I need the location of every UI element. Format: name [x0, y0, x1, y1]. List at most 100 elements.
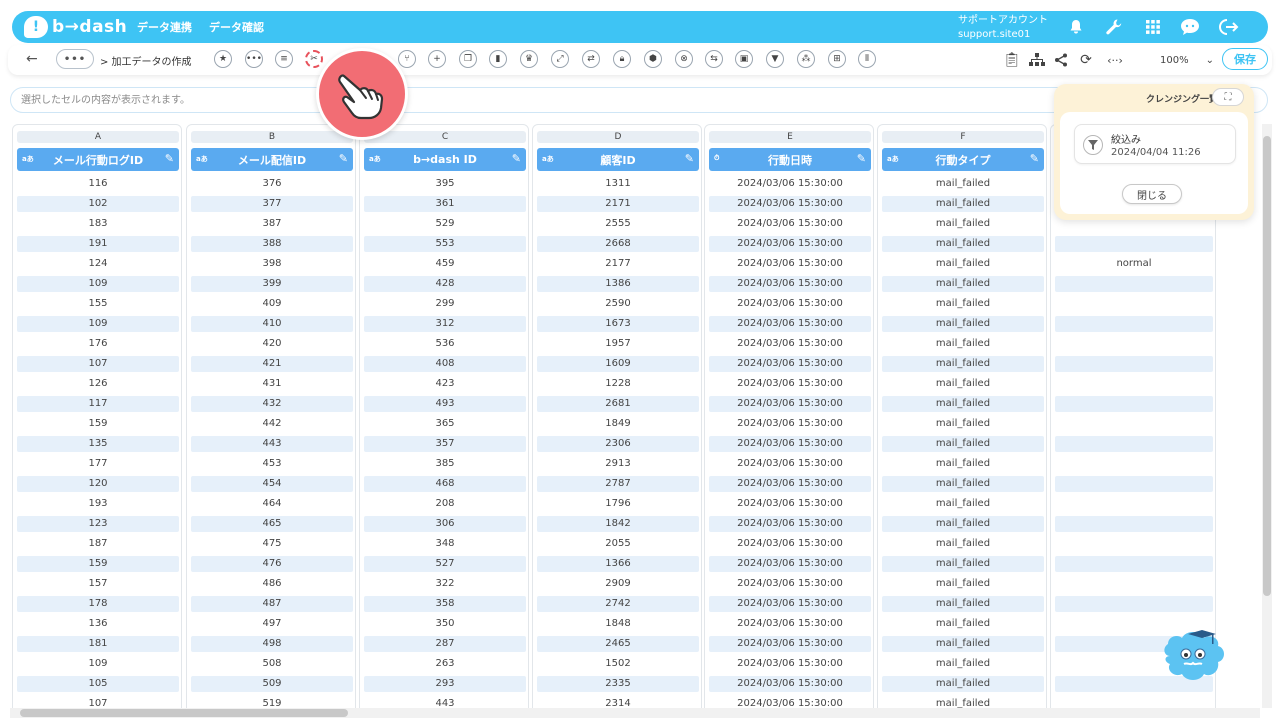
- table-cell[interactable]: 1366: [537, 556, 699, 572]
- bdash-logo[interactable]: ! b→dash: [24, 16, 127, 38]
- table-cell[interactable]: 2668: [537, 236, 699, 252]
- table-cell[interactable]: 1673: [537, 316, 699, 332]
- bell-icon[interactable]: [1066, 17, 1086, 37]
- column-letter[interactable]: F: [882, 131, 1044, 143]
- table-cell[interactable]: 109: [17, 316, 179, 332]
- table-cell[interactable]: 454: [191, 476, 353, 492]
- table-cell[interactable]: 135: [17, 436, 179, 452]
- table-cell[interactable]: mail_failed: [882, 596, 1044, 612]
- table-cell[interactable]: 208: [364, 496, 526, 512]
- table-cell[interactable]: 2024/03/06 15:30:00: [709, 576, 871, 592]
- table-cell[interactable]: mail_failed: [882, 416, 1044, 432]
- table-cell[interactable]: [1055, 496, 1213, 512]
- filter-icon[interactable]: ▼: [766, 50, 784, 68]
- table-cell[interactable]: 191: [17, 236, 179, 252]
- table-cell[interactable]: 2024/03/06 15:30:00: [709, 536, 871, 552]
- table-cell[interactable]: mail_failed: [882, 196, 1044, 212]
- table-cell[interactable]: mail_failed: [882, 616, 1044, 632]
- table-cell[interactable]: mail_failed: [882, 376, 1044, 392]
- table-cell[interactable]: 428: [364, 276, 526, 292]
- table-cell[interactable]: 124: [17, 256, 179, 272]
- column-letter[interactable]: A: [17, 131, 179, 143]
- table-cell[interactable]: [1055, 536, 1213, 552]
- table-cell[interactable]: 117: [17, 396, 179, 412]
- table-cell[interactable]: [1055, 276, 1213, 292]
- table-cell[interactable]: 178: [17, 596, 179, 612]
- table-cell[interactable]: 459: [364, 256, 526, 272]
- table-cell[interactable]: 2177: [537, 256, 699, 272]
- table-cell[interactable]: 2024/03/06 15:30:00: [709, 376, 871, 392]
- table-cell[interactable]: 2465: [537, 636, 699, 652]
- logout-icon[interactable]: [1219, 17, 1239, 37]
- table-cell[interactable]: 2681: [537, 396, 699, 412]
- table-cell[interactable]: 2024/03/06 15:30:00: [709, 496, 871, 512]
- table-cell[interactable]: 497: [191, 616, 353, 632]
- table-cell[interactable]: 1386: [537, 276, 699, 292]
- more-menu-button[interactable]: •••: [56, 49, 94, 69]
- fullscreen-icon[interactable]: ⛶: [1212, 88, 1244, 106]
- table-cell[interactable]: [1055, 316, 1213, 332]
- table-cell[interactable]: 365: [364, 416, 526, 432]
- table-cell[interactable]: 2024/03/06 15:30:00: [709, 476, 871, 492]
- nav-data-integration[interactable]: データ連携: [137, 19, 192, 35]
- table-cell[interactable]: 487: [191, 596, 353, 612]
- mascot-assistant-icon[interactable]: [1160, 626, 1228, 690]
- column-header[interactable]: aあ b→dash ID ✎: [364, 148, 526, 171]
- table-cell[interactable]: 287: [364, 636, 526, 652]
- column-header[interactable]: aあ 行動タイプ ✎: [882, 148, 1044, 171]
- table-cell[interactable]: 2024/03/06 15:30:00: [709, 196, 871, 212]
- add-icon[interactable]: +: [428, 50, 446, 68]
- table-cell[interactable]: 2913: [537, 456, 699, 472]
- column-header[interactable]: aあ メール行動ログID ✎: [17, 148, 179, 171]
- code-expand-icon[interactable]: ‹··›: [1102, 50, 1128, 70]
- table-cell[interactable]: 2024/03/06 15:30:00: [709, 276, 871, 292]
- column-letter[interactable]: E: [709, 131, 871, 143]
- table-cell[interactable]: 2024/03/06 15:30:00: [709, 236, 871, 252]
- frame-icon[interactable]: ▣: [735, 50, 753, 68]
- table-cell[interactable]: 312: [364, 316, 526, 332]
- edit-pencil-icon[interactable]: ✎: [512, 152, 521, 165]
- table-cell[interactable]: 527: [364, 556, 526, 572]
- table-cell[interactable]: 387: [191, 216, 353, 232]
- hierarchy-icon[interactable]: [1027, 50, 1047, 70]
- table-cell[interactable]: 2024/03/06 15:30:00: [709, 256, 871, 272]
- table-cell[interactable]: 476: [191, 556, 353, 572]
- table-cell[interactable]: 2555: [537, 216, 699, 232]
- table-cell[interactable]: 105: [17, 676, 179, 692]
- table-cell[interactable]: [1055, 516, 1213, 532]
- expand-icon[interactable]: ⤢: [551, 50, 569, 68]
- edit-pencil-icon[interactable]: ✎: [857, 152, 866, 165]
- column-header[interactable]: aあ メール配信ID ✎: [191, 148, 353, 171]
- table-cell[interactable]: 2024/03/06 15:30:00: [709, 676, 871, 692]
- table-cell[interactable]: mail_failed: [882, 296, 1044, 312]
- chat-help-icon[interactable]: [1180, 17, 1200, 37]
- table-cell[interactable]: 176: [17, 336, 179, 352]
- table-cell[interactable]: [1055, 396, 1213, 412]
- table-cell[interactable]: 187: [17, 536, 179, 552]
- table-cell[interactable]: 2314: [537, 696, 699, 708]
- table-cell[interactable]: mail_failed: [882, 536, 1044, 552]
- table-icon[interactable]: ⊞: [828, 50, 846, 68]
- table-cell[interactable]: 109: [17, 656, 179, 672]
- table-cell[interactable]: 395: [364, 176, 526, 192]
- table-cell[interactable]: normal: [1055, 256, 1213, 272]
- table-cell[interactable]: [1055, 436, 1213, 452]
- table-cell[interactable]: 2171: [537, 196, 699, 212]
- table-cell[interactable]: 322: [364, 576, 526, 592]
- table-cell[interactable]: 1502: [537, 656, 699, 672]
- cancel-circle-icon[interactable]: ⊗: [675, 50, 693, 68]
- column-letter[interactable]: C: [364, 131, 526, 143]
- table-cell[interactable]: 2024/03/06 15:30:00: [709, 176, 871, 192]
- table-cell[interactable]: [1055, 596, 1213, 612]
- table-cell[interactable]: 177: [17, 456, 179, 472]
- apps-grid-icon[interactable]: [1143, 17, 1163, 37]
- table-cell[interactable]: 468: [364, 476, 526, 492]
- wrench-icon[interactable]: [1104, 17, 1124, 37]
- table-cell[interactable]: 348: [364, 536, 526, 552]
- column-letter[interactable]: D: [537, 131, 699, 143]
- table-cell[interactable]: 410: [191, 316, 353, 332]
- replace-icon[interactable]: ⇆: [705, 50, 723, 68]
- table-cell[interactable]: 2024/03/06 15:30:00: [709, 416, 871, 432]
- table-cell[interactable]: mail_failed: [882, 356, 1044, 372]
- table-cell[interactable]: 465: [191, 516, 353, 532]
